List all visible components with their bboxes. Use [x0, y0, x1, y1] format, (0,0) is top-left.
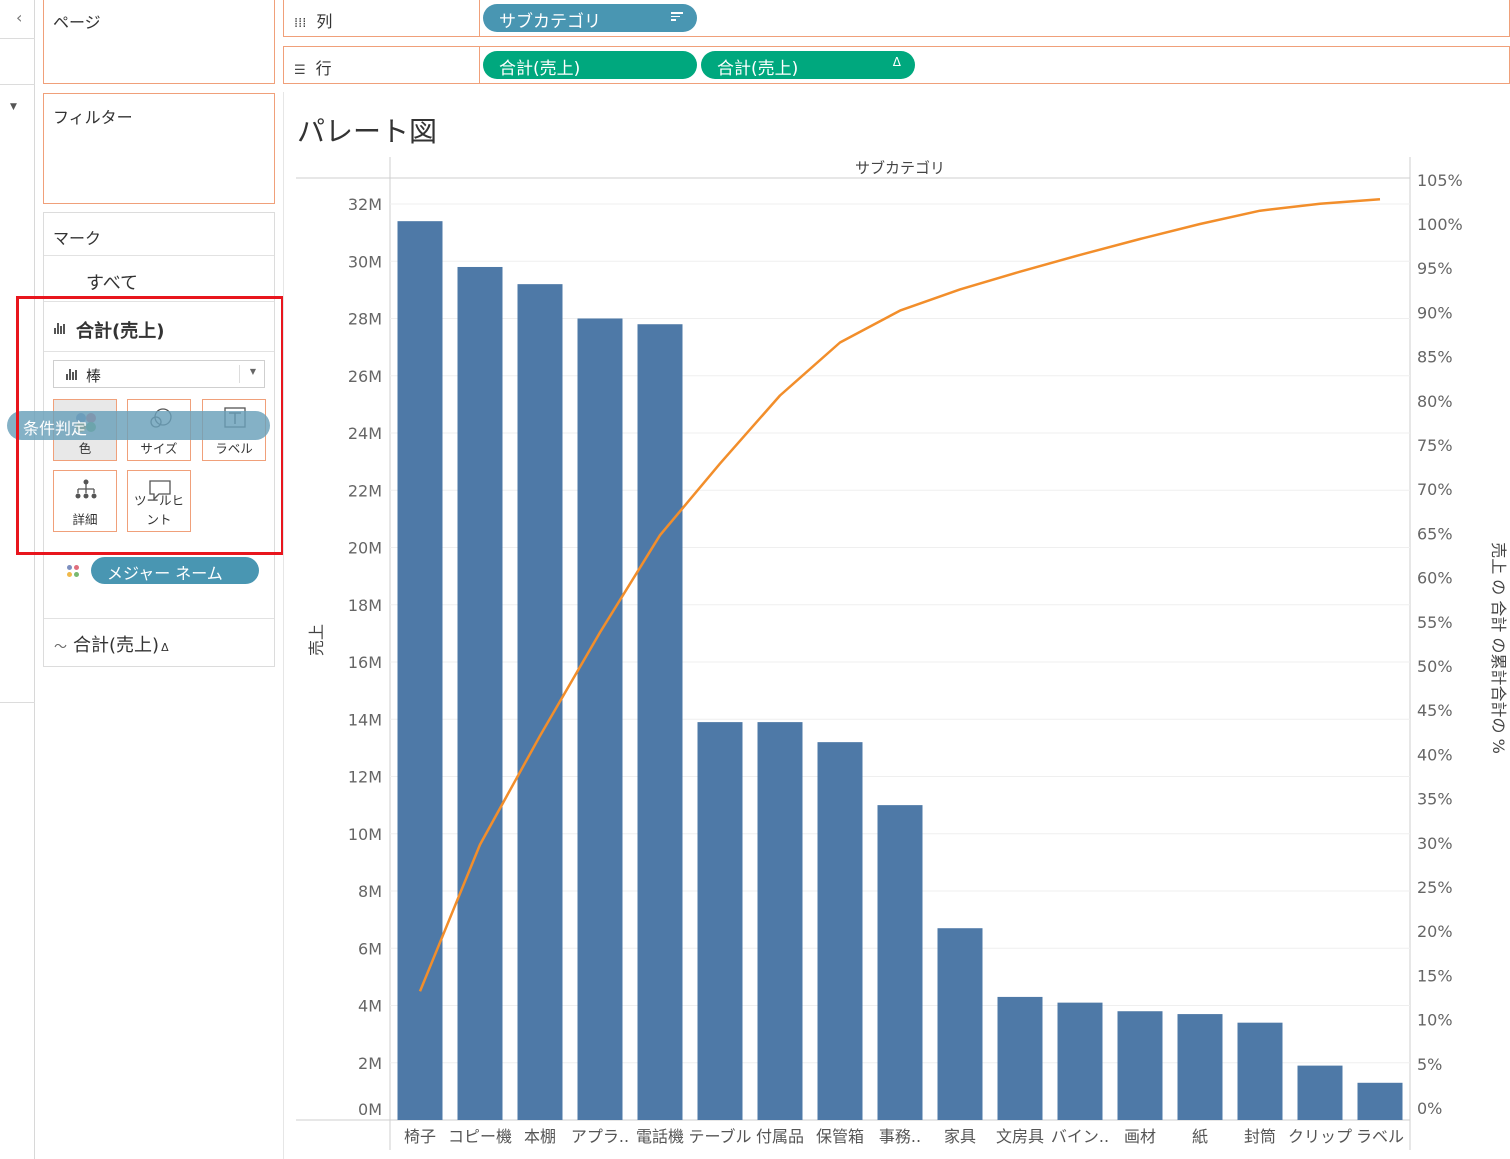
- bar: [1117, 1011, 1163, 1120]
- bar: [457, 266, 503, 1121]
- x-tick-label: クリップ: [1288, 1127, 1352, 1146]
- x-tick-label: 椅子: [404, 1127, 436, 1146]
- y2-tick-label: 40%: [1417, 745, 1453, 764]
- bar: [937, 928, 983, 1120]
- y-tick-label: 30M: [348, 252, 382, 271]
- y2-tick-label: 10%: [1417, 1011, 1453, 1030]
- x-tick-label: 付属品: [756, 1127, 804, 1146]
- y-tick-label: 24M: [348, 424, 382, 443]
- x-tick-label: バイン..: [1051, 1127, 1109, 1146]
- y2-tick-label: 95%: [1417, 259, 1453, 278]
- y2-tick-label: 60%: [1417, 569, 1453, 588]
- y2-tick-label: 45%: [1417, 701, 1453, 720]
- y-tick-label: 12M: [348, 768, 382, 787]
- y2-tick-label: 25%: [1417, 878, 1453, 897]
- bar: [997, 996, 1043, 1120]
- y2-tick-label: 90%: [1417, 303, 1453, 322]
- y2-tick-label: 105%: [1417, 171, 1463, 190]
- y-tick-label: 4M: [358, 997, 382, 1016]
- x-tick-label: 電話機: [636, 1127, 684, 1146]
- x-tick-label: コピー機: [448, 1127, 512, 1146]
- x-tick-label: 事務..: [879, 1127, 921, 1146]
- y2-tick-label: 50%: [1417, 657, 1453, 676]
- y-tick-label: 22M: [348, 481, 382, 500]
- x-tick-label: 本棚: [524, 1127, 556, 1146]
- bar: [637, 324, 683, 1121]
- y2-tick-label: 75%: [1417, 436, 1453, 455]
- x-tick-label: アプラ..: [571, 1127, 629, 1146]
- tableau-workspace: { "app": { "collapse_icon": "chevron-lef…: [0, 0, 1510, 1159]
- y-tick-label: 18M: [348, 596, 382, 615]
- bar: [577, 318, 623, 1120]
- bar: [1357, 1082, 1403, 1120]
- x-tick-label: 保管箱: [816, 1127, 864, 1146]
- y2-tick-label: 65%: [1417, 524, 1453, 543]
- x-tick-label: ラベル: [1356, 1127, 1404, 1146]
- y2-tick-label: 100%: [1417, 215, 1463, 234]
- y2-tick-label: 30%: [1417, 834, 1453, 853]
- bar: [397, 221, 443, 1121]
- y2-tick-label: 85%: [1417, 348, 1453, 367]
- bar: [697, 722, 743, 1120]
- bar: [1057, 1002, 1103, 1120]
- y2-tick-label: 35%: [1417, 790, 1453, 809]
- y-tick-label: 26M: [348, 367, 382, 386]
- y-tick-label: 6M: [358, 939, 382, 958]
- x-tick-label: 画材: [1124, 1127, 1156, 1146]
- y2-tick-label: 15%: [1417, 966, 1453, 985]
- bar: [817, 742, 863, 1120]
- y-tick-label: 28M: [348, 310, 382, 329]
- x-tick-label: 紙: [1192, 1127, 1208, 1146]
- y-tick-label: 16M: [348, 653, 382, 672]
- bar: [1237, 1022, 1283, 1120]
- pareto-chart[interactable]: サブカテゴリ 0M 2M 4M 6M 8M 10M 12M 14M 16M 18M 20M 22M 24M…: [0, 0, 1510, 1159]
- bar: [1297, 1065, 1343, 1120]
- y2-tick-label: 55%: [1417, 613, 1453, 632]
- x-tick-label: 封筒: [1244, 1127, 1276, 1146]
- y2-tick-label: 80%: [1417, 392, 1453, 411]
- bar: [1177, 1014, 1223, 1120]
- x-tick-label: 家具: [944, 1127, 976, 1146]
- y-tick-label: 20M: [348, 539, 382, 558]
- bar: [877, 805, 923, 1120]
- y2-tick-label: 70%: [1417, 480, 1453, 499]
- y-tick-label: 8M: [358, 882, 382, 901]
- bar: [757, 722, 803, 1120]
- x-tick-label: 文房具: [996, 1127, 1044, 1146]
- y-tick-label: 2M: [358, 1054, 382, 1073]
- y-tick-label: 32M: [348, 195, 382, 214]
- y2-tick-label: 20%: [1417, 922, 1453, 941]
- y2-tick-label: 5%: [1417, 1055, 1442, 1074]
- y-axis-title: 売上: [307, 624, 326, 656]
- y2-tick-label: 0%: [1417, 1099, 1442, 1118]
- x-tick-label: テーブル: [688, 1127, 751, 1146]
- column-header: サブカテゴリ: [855, 159, 945, 177]
- y2-axis-title: 売上 の 合計 の累計合計の %: [1489, 542, 1508, 754]
- y-tick-label: 14M: [348, 710, 382, 729]
- y-tick-label: 0M: [358, 1100, 382, 1119]
- y-tick-label: 10M: [348, 825, 382, 844]
- bar: [517, 284, 563, 1120]
